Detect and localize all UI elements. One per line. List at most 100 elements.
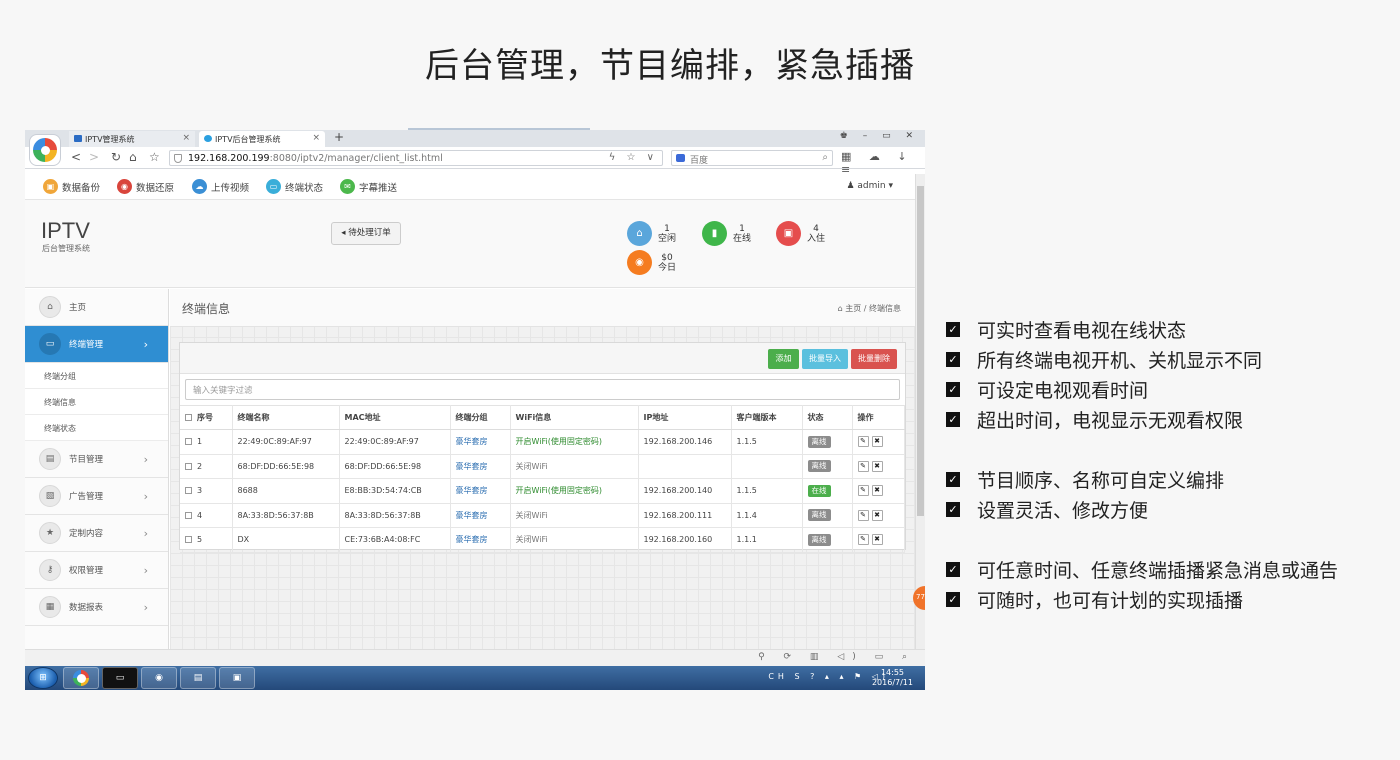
delete-icon[interactable]: ✖ [871, 534, 883, 546]
cell-group[interactable]: 豪华套房 [450, 478, 511, 504]
edit-icon[interactable]: ✎ [857, 460, 869, 472]
topnav-subtitle-push[interactable]: ✉ 字幕推送 [340, 179, 397, 194]
monitor-icon: ▭ [266, 179, 281, 194]
browser-tab-1[interactable]: IPTV管理系统 × [69, 131, 195, 147]
sidebar-subitem-terminal-status[interactable]: 终端状态 [25, 415, 168, 441]
back-icon[interactable]: < [71, 150, 81, 164]
cell-mac: 8A:33:8D:56:37:8B [339, 503, 451, 528]
batch-import-button[interactable]: 批量导入 [802, 349, 848, 369]
url-action-icons[interactable]: ϟ ☆ ∨ [609, 152, 658, 163]
stat-value: 1 [739, 223, 745, 234]
cell-group[interactable]: 豪华套房 [450, 429, 511, 455]
system-tray[interactable]: CH S ? ▴ ▴ ⚑ ◁) [768, 672, 889, 681]
col-no[interactable]: 序号 [180, 405, 233, 430]
scrollbar-thumb[interactable] [917, 186, 924, 516]
feature-text: 可任意时间、任意终端插播紧急消息或通告 [977, 559, 1339, 582]
restore-icon: ◉ [117, 179, 132, 194]
add-button[interactable]: 添加 [768, 349, 799, 369]
new-tab-button[interactable]: + [334, 130, 344, 144]
statusbar-icons[interactable]: ⚲ ⟳ ▥ ◁) ▭ ⌕ [758, 652, 915, 662]
browser-tool-icons[interactable]: ▦ ☁ ↓ ≡ [841, 150, 925, 176]
cell-actions: ✎ ✖ [852, 429, 905, 455]
forward-icon[interactable]: > [89, 150, 99, 164]
browser-tab-2[interactable]: IPTV后台管理系统 × [199, 131, 325, 147]
reload-icon[interactable]: ↻ [111, 150, 121, 164]
cell-wifi: 开启WiFi(使用固定密码) [510, 478, 639, 504]
window-controls[interactable]: ♚ – ▭ ✕ [840, 131, 919, 141]
cell-name: 68:DF:DD:66:5E:98 [232, 454, 340, 479]
breadcrumb-current: 终端信息 [869, 304, 901, 313]
delete-icon[interactable]: ✖ [871, 436, 883, 448]
taskbar-app-icon[interactable]: ◉ [141, 667, 177, 689]
key-icon: ⚷ [39, 559, 61, 581]
tab-favicon-icon [204, 135, 212, 142]
sidebar-item-program-management[interactable]: ▤ 节目管理 › [25, 441, 168, 478]
sidebar-item-label: 权限管理 [69, 566, 104, 576]
tab-close-icon[interactable]: × [312, 133, 320, 143]
tab-close-icon[interactable]: × [182, 133, 190, 143]
app-topnav: ▣ 数据备份 ◉ 数据还原 ☁ 上传视频 ▭ 终端状态 ✉ 字幕推送 ♟ adm… [25, 174, 915, 200]
sidebar-item-home[interactable]: ⌂ 主页 [25, 289, 168, 326]
sidebar-subitem-terminal-group[interactable]: 终端分组 [25, 363, 168, 389]
cell-actions: ✎ ✖ [852, 503, 905, 528]
cell-ip [638, 454, 732, 479]
main-content: 终端信息 ⌂ 主页 / 终端信息 添加 批量导入 批量删除 输入关键字过滤 序号… [170, 289, 915, 649]
cell-group[interactable]: 豪华套房 [450, 527, 511, 553]
checkmark-icon: ✓ [946, 411, 960, 427]
taskbar-window-icon[interactable]: ▣ [219, 667, 255, 689]
taskbar-folder-icon[interactable]: ▤ [180, 667, 216, 689]
batch-delete-button[interactable]: 批量删除 [851, 349, 897, 369]
row-checkbox[interactable] [185, 438, 192, 446]
breadcrumb-home[interactable]: 主页 [845, 304, 861, 313]
row-checkbox[interactable] [185, 536, 192, 544]
cell-group[interactable]: 豪华套房 [450, 454, 511, 479]
sidebar-item-ad-management[interactable]: ▧ 广告管理 › [25, 478, 168, 515]
taskbar-browser-icon[interactable] [63, 667, 99, 689]
edit-icon[interactable]: ✎ [857, 534, 869, 546]
sidebar-item-reports[interactable]: ▦ 数据报表 › [25, 589, 168, 626]
cell-ip: 192.168.200.160 [638, 527, 732, 553]
stat-label: 入住 [807, 233, 826, 244]
filter-input[interactable]: 输入关键字过滤 [185, 379, 900, 400]
table-row: 1 22:49:0C:89:AF:97 22:49:0C:89:AF:97 豪华套房开… [180, 429, 905, 455]
cell-version: 1.1.1 [731, 527, 803, 553]
select-all-checkbox[interactable] [185, 414, 192, 421]
home-icon[interactable]: ⌂ [129, 150, 137, 164]
search-icon[interactable]: ⌕ [822, 152, 828, 163]
delete-icon[interactable]: ✖ [871, 485, 883, 497]
edit-icon[interactable]: ✎ [857, 436, 869, 448]
pending-orders-button[interactable]: ◂ 待处理订单 [331, 222, 401, 245]
user-menu[interactable]: ♟ admin ▾ [846, 181, 893, 191]
url-field[interactable]: 192.168.200.199:8080/iptv2/manager/clien… [169, 150, 663, 166]
row-checkbox[interactable] [185, 462, 192, 470]
sidebar-item-terminal-management[interactable]: ▭ 终端管理 › [25, 326, 168, 363]
topnav-label: 终端状态 [285, 182, 324, 194]
edit-icon[interactable]: ✎ [857, 509, 869, 521]
system-clock[interactable]: 14:55 2016/7/11 [872, 668, 913, 688]
url-host: 192.168.200.199 [188, 153, 270, 164]
topnav-restore[interactable]: ◉ 数据还原 [117, 179, 174, 194]
sidebar-item-custom-content[interactable]: ★ 定制内容 › [25, 515, 168, 552]
taskbar-terminal-icon[interactable]: ▭ [102, 667, 138, 689]
cell-group[interactable]: 豪华套房 [450, 503, 511, 528]
topnav-backup[interactable]: ▣ 数据备份 [43, 179, 100, 194]
delete-icon[interactable]: ✖ [871, 460, 883, 472]
user-icon: ♟ [846, 181, 858, 191]
delete-icon[interactable]: ✖ [871, 509, 883, 521]
page-scrollbar[interactable] [915, 174, 925, 649]
cell-ip: 192.168.200.146 [638, 429, 732, 455]
row-checkbox[interactable] [185, 487, 192, 495]
sidebar-item-permission[interactable]: ⚷ 权限管理 › [25, 552, 168, 589]
topnav-terminal-status[interactable]: ▭ 终端状态 [266, 179, 323, 194]
stat-value: 4 [813, 223, 819, 234]
cell-actions: ✎ ✖ [852, 527, 905, 553]
edit-icon[interactable]: ✎ [857, 485, 869, 497]
row-checkbox[interactable] [185, 511, 192, 519]
sidebar-subitem-terminal-info[interactable]: 终端信息 [25, 389, 168, 415]
sidebar-item-label: 定制内容 [69, 529, 104, 539]
topnav-upload-video[interactable]: ☁ 上传视频 [192, 179, 249, 194]
start-button[interactable]: ⊞ [28, 667, 58, 689]
bookmark-star-icon[interactable]: ☆ [149, 150, 160, 164]
browser-search-field[interactable]: 百度 ⌕ [671, 150, 833, 166]
feature-text: 节目顺序、名称可自定义编排 [977, 469, 1225, 492]
